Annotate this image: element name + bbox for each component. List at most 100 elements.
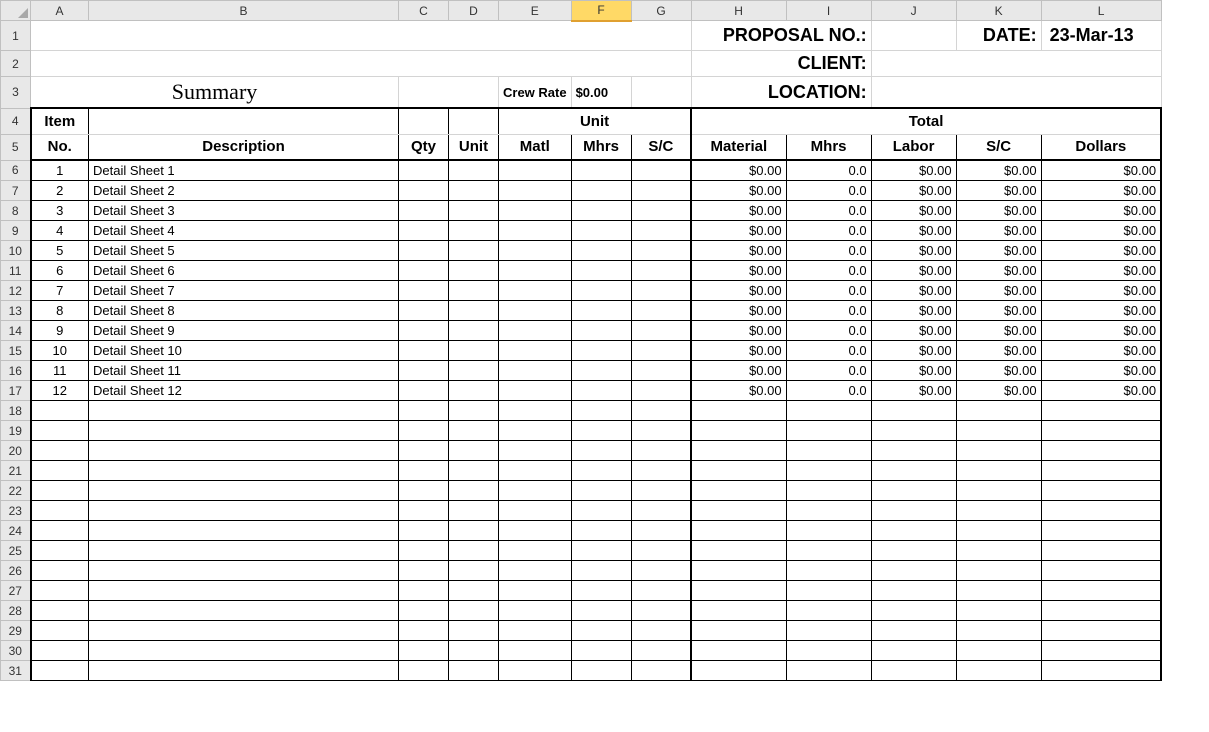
cell[interactable]	[399, 481, 449, 501]
cell-description[interactable]: Detail Sheet 7	[89, 281, 399, 301]
cell-total-sc[interactable]: $0.00	[956, 361, 1041, 381]
cell[interactable]	[871, 461, 956, 481]
cell[interactable]	[31, 401, 89, 421]
cell[interactable]	[399, 108, 449, 134]
cell[interactable]	[31, 481, 89, 501]
client-label[interactable]: CLIENT:	[691, 51, 871, 77]
cell-material[interactable]: $0.00	[691, 201, 786, 221]
hdr-unit[interactable]: Unit	[449, 134, 499, 160]
cell-dollars[interactable]: $0.00	[1041, 221, 1161, 241]
col-header-F[interactable]: F	[571, 1, 631, 21]
cell-sc[interactable]	[631, 361, 691, 381]
cell-unit[interactable]	[449, 261, 499, 281]
cell[interactable]	[31, 661, 89, 681]
cell-sc[interactable]	[631, 301, 691, 321]
cell-mhrs[interactable]	[571, 241, 631, 261]
cell[interactable]	[449, 481, 499, 501]
cell[interactable]	[1041, 541, 1161, 561]
cell[interactable]	[691, 581, 786, 601]
cell[interactable]	[691, 621, 786, 641]
cell[interactable]	[786, 661, 871, 681]
cell-description[interactable]: Detail Sheet 9	[89, 321, 399, 341]
cell[interactable]	[89, 641, 399, 661]
cell[interactable]	[786, 561, 871, 581]
cell-mhrs[interactable]	[571, 281, 631, 301]
row-header-4[interactable]: 4	[1, 108, 31, 134]
cell[interactable]	[691, 441, 786, 461]
cell[interactable]	[691, 561, 786, 581]
cell-description[interactable]: Detail Sheet 12	[89, 381, 399, 401]
cell[interactable]	[31, 461, 89, 481]
row-header-17[interactable]: 17	[1, 381, 31, 401]
cell-material[interactable]: $0.00	[691, 160, 786, 181]
cell[interactable]	[571, 601, 631, 621]
summary-title[interactable]: Summary	[31, 77, 399, 109]
cell-total-mhrs[interactable]: 0.0	[786, 381, 871, 401]
cell[interactable]	[399, 641, 449, 661]
cell[interactable]	[31, 581, 89, 601]
cell[interactable]	[499, 581, 572, 601]
row-header-30[interactable]: 30	[1, 641, 31, 661]
cell-unit[interactable]	[449, 241, 499, 261]
cell-qty[interactable]	[399, 160, 449, 181]
cell[interactable]	[691, 481, 786, 501]
cell[interactable]	[31, 501, 89, 521]
cell[interactable]	[871, 561, 956, 581]
cell[interactable]	[399, 521, 449, 541]
col-header-D[interactable]: D	[449, 1, 499, 21]
cell[interactable]	[89, 108, 399, 134]
cell-material[interactable]: $0.00	[691, 301, 786, 321]
cell[interactable]	[1041, 621, 1161, 641]
cell-total-mhrs[interactable]: 0.0	[786, 341, 871, 361]
cell[interactable]	[1041, 441, 1161, 461]
cell[interactable]	[89, 521, 399, 541]
row-header-23[interactable]: 23	[1, 501, 31, 521]
cell-matl[interactable]	[499, 281, 572, 301]
cell-total-sc[interactable]: $0.00	[956, 201, 1041, 221]
cell-qty[interactable]	[399, 361, 449, 381]
cell[interactable]	[399, 601, 449, 621]
cell-qty[interactable]	[399, 341, 449, 361]
proposal-label[interactable]: PROPOSAL NO.:	[691, 21, 871, 51]
cell[interactable]	[449, 641, 499, 661]
cell-material[interactable]: $0.00	[691, 261, 786, 281]
row-header-7[interactable]: 7	[1, 181, 31, 201]
cell[interactable]	[786, 441, 871, 461]
cell[interactable]	[449, 521, 499, 541]
hdr-item[interactable]: Item	[31, 108, 89, 134]
cell[interactable]	[871, 441, 956, 461]
cell-labor[interactable]: $0.00	[871, 261, 956, 281]
grid-table[interactable]: ABCDEFGHIJKL1 PROPOSAL NO.: DATE: 23-Mar…	[0, 0, 1162, 681]
cell-sc[interactable]	[631, 221, 691, 241]
hdr-qty[interactable]: Qty	[399, 134, 449, 160]
cell[interactable]	[691, 461, 786, 481]
cell[interactable]	[871, 661, 956, 681]
cell-item-no[interactable]: 6	[31, 261, 89, 281]
cell[interactable]	[631, 77, 691, 109]
cell-unit[interactable]	[449, 181, 499, 201]
cell-total-mhrs[interactable]: 0.0	[786, 221, 871, 241]
cell[interactable]	[449, 441, 499, 461]
cell-mhrs[interactable]	[571, 201, 631, 221]
cell-sc[interactable]	[631, 281, 691, 301]
cell[interactable]	[631, 521, 691, 541]
cell-item-no[interactable]: 5	[31, 241, 89, 261]
cell-labor[interactable]: $0.00	[871, 381, 956, 401]
cell[interactable]	[691, 641, 786, 661]
cell[interactable]	[871, 501, 956, 521]
cell[interactable]	[399, 421, 449, 441]
crew-rate-value[interactable]: $0.00	[571, 77, 631, 109]
cell[interactable]	[499, 601, 572, 621]
row-header-15[interactable]: 15	[1, 341, 31, 361]
cell[interactable]	[449, 561, 499, 581]
cell[interactable]	[449, 581, 499, 601]
cell[interactable]	[499, 521, 572, 541]
cell[interactable]	[89, 541, 399, 561]
col-header-C[interactable]: C	[399, 1, 449, 21]
cell-qty[interactable]	[399, 181, 449, 201]
cell[interactable]	[449, 601, 499, 621]
cell[interactable]	[691, 541, 786, 561]
cell[interactable]	[871, 401, 956, 421]
cell[interactable]	[449, 108, 499, 134]
cell[interactable]	[31, 561, 89, 581]
